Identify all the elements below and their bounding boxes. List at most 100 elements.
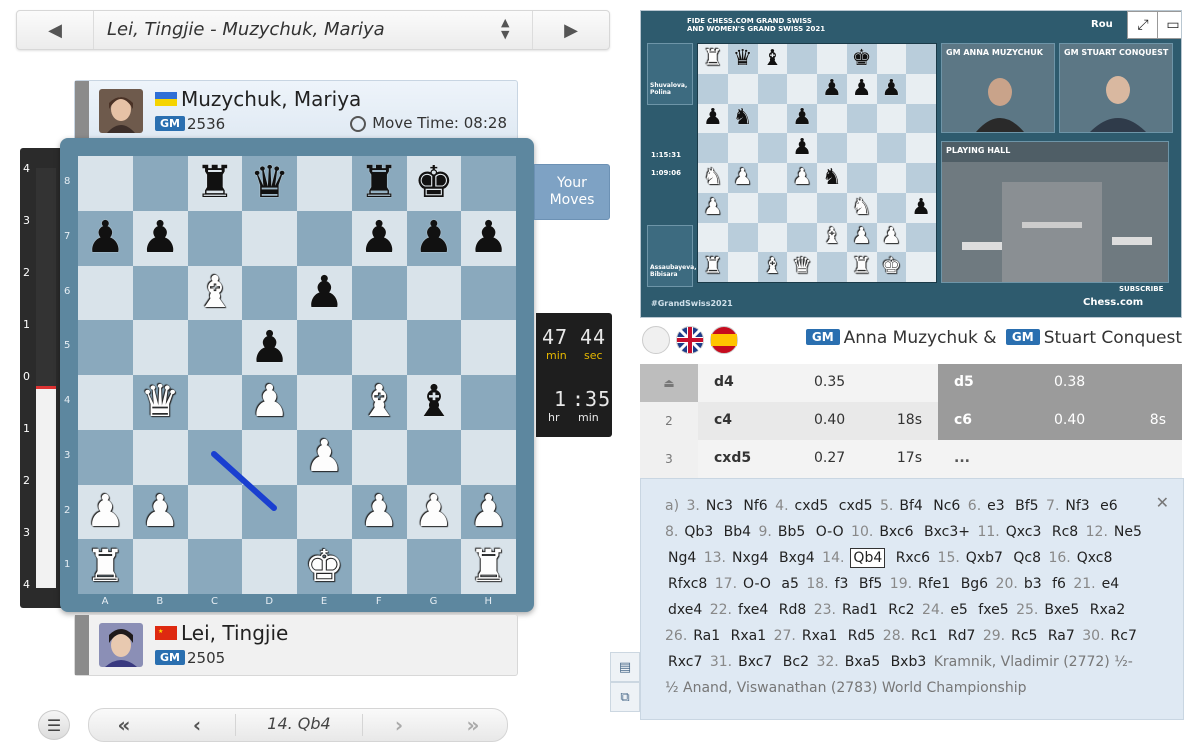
square[interactable]	[187, 210, 243, 266]
white-rook-icon[interactable]: ♜	[703, 256, 723, 278]
white-king-icon[interactable]: ♚	[305, 544, 344, 589]
black-pawn-icon[interactable]: ♟	[140, 216, 179, 260]
variation-move[interactable]: Qxc3	[1006, 524, 1042, 540]
square[interactable]	[187, 539, 243, 594]
square[interactable]	[817, 252, 847, 282]
white-pawn-icon[interactable]: ♟	[359, 489, 398, 534]
square[interactable]	[242, 265, 297, 321]
variation-move[interactable]: Nf6	[743, 498, 767, 514]
white-pawn-icon[interactable]: ♟	[733, 166, 753, 189]
square[interactable]: ♟	[787, 103, 817, 134]
square[interactable]	[787, 192, 817, 223]
variation-move[interactable]: Bxe5	[1044, 602, 1079, 618]
board-grid[interactable]: ♜ ♛ ♜ ♚ ♟ ♟ ♟ ♟ ♟ ♝ ♟ ♟ ♛ ♟ ♝ ♝ ♟ ♟ ♟ ♟ ♟ ♟ ♜ ♚ ♜	[78, 156, 516, 594]
variation-move[interactable]: Rc1	[911, 628, 937, 644]
move-row[interactable]: 3 cxd5 0.27 17s...	[640, 440, 1182, 478]
variation-move[interactable]: fxe4	[738, 602, 768, 618]
square[interactable]	[242, 484, 297, 540]
square[interactable]: ♜	[187, 156, 243, 211]
square[interactable]	[727, 73, 758, 104]
square[interactable]: ♜	[461, 539, 516, 594]
black-pawn-icon[interactable]: ♟	[852, 77, 872, 100]
variation-move[interactable]: Bb5	[778, 524, 805, 540]
next-move-button[interactable]: ›	[371, 709, 427, 741]
variation-move[interactable]: b3	[1024, 576, 1042, 592]
variation-move[interactable]: Ra7	[1048, 628, 1075, 644]
square[interactable]	[132, 429, 188, 485]
collapse-icon[interactable]: ⏏	[663, 376, 674, 390]
black-pawn-icon[interactable]: ♟	[359, 216, 398, 260]
square[interactable]	[906, 73, 936, 104]
square[interactable]: ♝	[187, 265, 243, 321]
variation-move[interactable]: f3	[835, 576, 849, 592]
black-pawn-icon[interactable]: ♟	[414, 216, 453, 260]
square[interactable]	[461, 265, 516, 321]
square[interactable]	[242, 210, 297, 266]
black-pawn-icon[interactable]: ♟	[305, 270, 344, 315]
close-icon[interactable]: ✕	[1156, 493, 1169, 512]
square[interactable]: ♜	[78, 539, 133, 594]
square[interactable]	[132, 320, 188, 375]
white-bishop-icon[interactable]: ♝	[822, 226, 842, 248]
square[interactable]: ♟	[876, 222, 907, 253]
square[interactable]	[78, 156, 133, 211]
variation-move[interactable]: Rc5	[1011, 628, 1037, 644]
square[interactable]: ♟	[698, 192, 728, 223]
black-pawn-icon[interactable]: ♟	[792, 137, 812, 159]
square[interactable]	[876, 163, 907, 193]
audio-icon[interactable]	[642, 326, 670, 354]
white-king-icon[interactable]: ♚	[882, 256, 902, 278]
square[interactable]	[78, 375, 133, 430]
menu-button[interactable]: ☰	[38, 710, 70, 740]
black-pawn-icon[interactable]: ♟	[86, 216, 125, 260]
square[interactable]: ♚	[846, 44, 877, 74]
move-row[interactable]: 2 c4 0.40 18s c6 0.40 8s	[640, 402, 1182, 440]
square[interactable]	[297, 156, 352, 211]
square[interactable]: ♞	[817, 163, 847, 193]
square[interactable]	[817, 192, 847, 223]
square[interactable]	[757, 73, 788, 104]
square[interactable]	[132, 539, 188, 594]
square[interactable]	[906, 133, 936, 163]
square[interactable]: ♜	[698, 44, 728, 74]
variation-move[interactable]: O-O	[743, 576, 771, 592]
variation-move[interactable]: O-O	[816, 524, 844, 540]
square[interactable]	[461, 429, 516, 485]
square[interactable]: ♚	[297, 539, 352, 594]
square[interactable]	[351, 265, 407, 321]
variation-move[interactable]: Qb3	[684, 524, 713, 540]
square[interactable]	[906, 222, 936, 253]
square[interactable]: ♟	[876, 73, 907, 104]
variation-move[interactable]: Bxb3	[891, 654, 927, 670]
variation-move[interactable]: dxe4	[668, 602, 702, 618]
square[interactable]: ♟	[406, 484, 462, 540]
square[interactable]	[727, 133, 758, 163]
variation-move[interactable]: Nxg4	[732, 550, 769, 566]
square[interactable]: ♞	[846, 192, 877, 223]
square[interactable]	[242, 539, 297, 594]
variation-move[interactable]: Rc7	[1111, 628, 1137, 644]
square[interactable]	[78, 320, 133, 375]
square[interactable]	[727, 252, 758, 282]
white-pawn-icon[interactable]: ♟	[250, 380, 289, 424]
square[interactable]	[297, 375, 352, 430]
square[interactable]: ♟	[846, 222, 877, 253]
window-icon[interactable]: ▭	[1157, 11, 1181, 39]
black-pawn-icon[interactable]: ♟	[822, 77, 842, 100]
square[interactable]: ♜	[846, 252, 877, 282]
square[interactable]: ♚	[876, 252, 907, 282]
square[interactable]: ♟	[906, 192, 936, 223]
square[interactable]	[817, 103, 847, 134]
square[interactable]	[906, 252, 936, 282]
black-pawn-icon[interactable]: ♟	[250, 325, 289, 370]
square[interactable]	[461, 375, 516, 430]
black-king-icon[interactable]: ♚	[414, 161, 453, 205]
square[interactable]	[787, 222, 817, 253]
variation-move[interactable]: fxe5	[978, 602, 1008, 618]
square[interactable]: ♟	[351, 484, 407, 540]
square[interactable]	[817, 133, 847, 163]
variation-move[interactable]: Qc8	[1013, 550, 1041, 566]
variation-move[interactable]: Bf5	[859, 576, 882, 592]
square[interactable]	[242, 429, 297, 485]
square[interactable]: ♝	[406, 375, 462, 430]
